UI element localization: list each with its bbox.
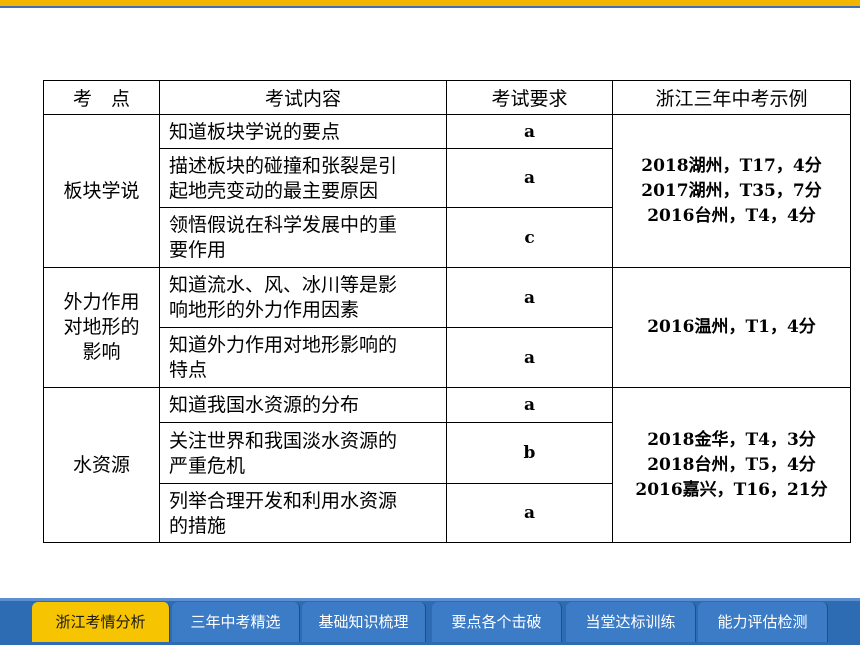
tab-ability-assessment[interactable]: 能力评估检测 — [698, 602, 828, 642]
requirement-cell: a — [446, 483, 613, 543]
exam-table: 考 点 考试内容 考试要求 浙江三年中考示例 板块学说 知道板块学说的要点 a … — [43, 80, 851, 543]
tab-zhejiang-analysis[interactable]: 浙江考情分析 — [32, 602, 170, 642]
requirement-cell: a — [446, 267, 613, 328]
header-topic: 考 点 — [43, 80, 160, 115]
header-requirement: 考试要求 — [446, 80, 613, 115]
header-examples: 浙江三年中考示例 — [612, 80, 851, 115]
table-header-row: 考 点 考试内容 考试要求 浙江三年中考示例 — [43, 80, 851, 115]
requirement-cell: a — [446, 148, 613, 208]
content-cell: 列举合理开发和利用水资源 的措施 — [159, 483, 447, 543]
table-row: 板块学说 知道板块学说的要点 a 2018湖州，T17，4分 2017湖州，T3… — [43, 114, 851, 268]
content-cell: 关注世界和我国淡水资源的 严重危机 — [159, 422, 447, 484]
nav-top-strip — [0, 598, 860, 601]
examples-cell: 2016温州，T1，4分 — [612, 267, 851, 388]
content-cell: 领悟假说在科学发展中的重 要作用 — [159, 207, 447, 268]
requirement-cell: b — [446, 422, 613, 484]
table-row: 水资源 知道我国水资源的分布 a 2018金华，T4，3分 2018台州，T5，… — [43, 387, 851, 543]
examples-cell: 2018金华，T4，3分 2018台州，T5，4分 2016嘉兴，T16，21分 — [612, 387, 851, 543]
table-row: 外力作用 对地形的 影响 知道流水、风、冰川等是影 响地形的外力作用因素 a 2… — [43, 267, 851, 388]
requirement-cell: c — [446, 207, 613, 268]
content-cell: 描述板块的碰撞和张裂是引 起地壳变动的最主要原因 — [159, 148, 447, 208]
requirement-cell: a — [446, 114, 613, 149]
header-content: 考试内容 — [159, 80, 447, 115]
top-accent-line — [0, 6, 860, 8]
topic-cell: 水资源 — [43, 387, 160, 543]
tab-three-year-selection[interactable]: 三年中考精选 — [172, 602, 300, 642]
content-cell: 知道外力作用对地形影响的 特点 — [159, 327, 447, 388]
tab-basic-knowledge[interactable]: 基础知识梳理 — [302, 602, 426, 642]
topic-cell: 板块学说 — [43, 114, 160, 268]
tab-classroom-training[interactable]: 当堂达标训练 — [566, 602, 696, 642]
examples-cell: 2018湖州，T17，4分 2017湖州，T35，7分 2016台州，T4，4分 — [612, 114, 851, 268]
content-cell: 知道板块学说的要点 — [159, 114, 447, 149]
content-cell: 知道我国水资源的分布 — [159, 387, 447, 423]
content-cell: 知道流水、风、冰川等是影 响地形的外力作用因素 — [159, 267, 447, 328]
tab-key-points[interactable]: 要点各个击破 — [432, 602, 562, 642]
requirement-cell: a — [446, 327, 613, 388]
topic-cell: 外力作用 对地形的 影响 — [43, 267, 160, 388]
bottom-navigation: 浙江考情分析 三年中考精选 基础知识梳理 要点各个击破 当堂达标训练 能力评估检… — [0, 598, 860, 645]
requirement-cell: a — [446, 387, 613, 423]
